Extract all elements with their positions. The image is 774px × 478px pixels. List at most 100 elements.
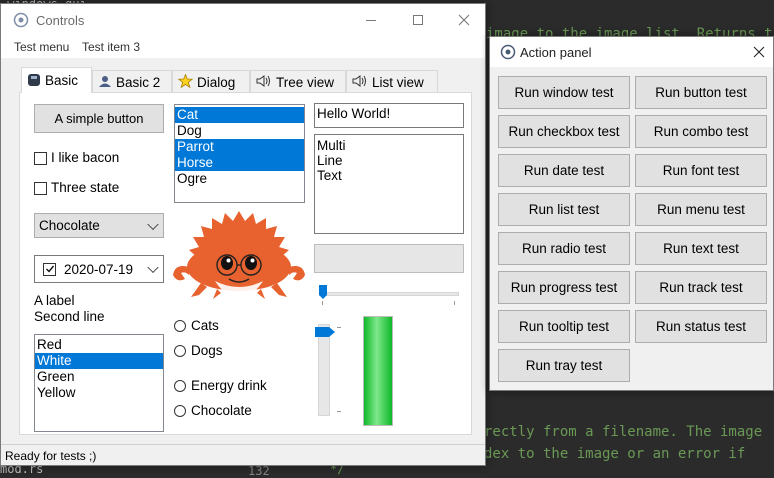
radio-energy-drink[interactable] bbox=[174, 380, 186, 392]
action-panel-window: Action panel Run window test Run button t… bbox=[489, 36, 774, 391]
maximize-icon[interactable] bbox=[403, 4, 433, 36]
minimize-icon[interactable] bbox=[356, 4, 386, 36]
multi-label-line1: A label bbox=[34, 293, 75, 308]
radio-chocolate[interactable] bbox=[174, 405, 186, 417]
simple-button[interactable]: A simple button bbox=[34, 104, 164, 133]
text-area-line: Multi bbox=[317, 138, 346, 153]
combo-value: Chocolate bbox=[39, 218, 100, 233]
text-area-line: Line bbox=[317, 153, 343, 168]
tick-mark bbox=[322, 301, 323, 305]
speaker-icon bbox=[256, 74, 272, 90]
status-bar: Ready for tests ;) bbox=[1, 444, 485, 465]
radio-label: Dogs bbox=[191, 343, 223, 358]
text-input[interactable]: Hello World! bbox=[314, 103, 464, 128]
vertical-progress-bar bbox=[363, 316, 393, 426]
radio-label: Cats bbox=[191, 318, 219, 333]
list-item[interactable]: Green bbox=[35, 369, 163, 385]
run-status-test-button[interactable]: Run status test bbox=[635, 310, 767, 343]
radio-label: Energy drink bbox=[191, 378, 267, 393]
chevron-down-icon bbox=[147, 218, 159, 230]
tab-basic[interactable]: Basic bbox=[21, 67, 92, 93]
close-icon[interactable] bbox=[747, 37, 771, 67]
three-state-checkbox[interactable] bbox=[34, 182, 47, 195]
tab-tree-view[interactable]: Tree view bbox=[250, 70, 346, 93]
run-tray-test-button[interactable]: Run tray test bbox=[498, 349, 630, 382]
ferris-crab-image bbox=[171, 209, 307, 301]
progress-fill bbox=[364, 317, 392, 425]
animal-listbox[interactable]: Cat Dog Parrot Horse Ogre bbox=[174, 104, 305, 203]
run-checkbox-test-button[interactable]: Run checkbox test bbox=[498, 115, 630, 148]
run-list-test-button[interactable]: Run list test bbox=[498, 193, 630, 226]
run-window-test-button[interactable]: Run window test bbox=[498, 76, 630, 109]
list-item[interactable]: Dog bbox=[175, 123, 304, 139]
run-radio-test-button[interactable]: Run radio test bbox=[498, 232, 630, 265]
radio-cats[interactable] bbox=[174, 320, 186, 332]
close-icon[interactable] bbox=[449, 4, 479, 36]
color-listbox[interactable]: Red White Green Yellow bbox=[34, 334, 164, 432]
star-icon bbox=[177, 73, 194, 90]
run-text-test-button[interactable]: Run text test bbox=[635, 232, 767, 265]
horizontal-progress-bar bbox=[314, 244, 464, 273]
tab-basic-2[interactable]: Basic 2 bbox=[92, 70, 172, 93]
vertical-slider-thumb[interactable] bbox=[315, 325, 335, 337]
user-icon bbox=[98, 74, 112, 90]
radio-label: Chocolate bbox=[191, 403, 252, 418]
list-item[interactable]: White bbox=[35, 353, 163, 369]
list-item[interactable]: Ogre bbox=[175, 171, 304, 187]
tick-mark bbox=[454, 301, 455, 305]
date-picker[interactable]: 2020-07-19 bbox=[34, 255, 164, 283]
date-enable-checkbox[interactable] bbox=[43, 262, 56, 276]
horizontal-slider-thumb[interactable] bbox=[319, 285, 327, 299]
run-progress-test-button[interactable]: Run progress test bbox=[498, 271, 630, 304]
title-bar[interactable]: Action panel bbox=[490, 37, 773, 67]
tab-list-view[interactable]: List view bbox=[346, 70, 438, 93]
run-date-test-button[interactable]: Run date test bbox=[498, 154, 630, 187]
bacon-checkbox[interactable] bbox=[34, 152, 47, 165]
gear-icon bbox=[500, 44, 516, 60]
menu-bar: Test menu Test item 3 bbox=[1, 36, 485, 58]
tab-label: Tree view bbox=[276, 74, 335, 90]
vertical-track bbox=[318, 324, 330, 416]
horizontal-track bbox=[319, 292, 459, 296]
run-tooltip-test-button[interactable]: Run tooltip test bbox=[498, 310, 630, 343]
tick-mark bbox=[337, 411, 341, 412]
text-area[interactable]: Multi Line Text bbox=[314, 134, 464, 234]
list-item[interactable]: Horse bbox=[175, 155, 304, 171]
tab-dialog[interactable]: Dialog bbox=[172, 70, 250, 93]
chevron-down-icon bbox=[147, 261, 159, 274]
run-track-test-button[interactable]: Run track test bbox=[635, 271, 767, 304]
tab-label: Dialog bbox=[197, 74, 236, 90]
list-item[interactable]: Yellow bbox=[35, 385, 163, 401]
tab-label: Basic 2 bbox=[116, 74, 161, 90]
multi-label-line2: Second line bbox=[34, 309, 105, 324]
title-bar[interactable]: Controls bbox=[1, 4, 485, 36]
run-menu-test-button[interactable]: Run menu test bbox=[635, 193, 767, 226]
list-item[interactable]: Parrot bbox=[175, 139, 304, 155]
disk-icon bbox=[27, 73, 41, 89]
three-state-label: Three state bbox=[51, 180, 120, 195]
tab-label: Basic bbox=[45, 73, 79, 88]
controls-window: Controls Test menu Test item 3 Basic Bas… bbox=[0, 3, 486, 466]
line-number: 132 bbox=[248, 464, 270, 478]
list-item[interactable]: Red bbox=[35, 337, 163, 353]
tick-mark bbox=[337, 327, 341, 328]
bacon-label: I like bacon bbox=[51, 150, 120, 165]
window-title: Controls bbox=[36, 13, 85, 28]
app-icon bbox=[13, 12, 29, 28]
radio-dogs[interactable] bbox=[174, 345, 186, 357]
speaker-icon bbox=[352, 74, 368, 90]
code-line: dex to the image or an error if bbox=[484, 446, 746, 462]
code-line: rectly from a filename. The image bbox=[484, 424, 763, 440]
flavor-combobox[interactable]: Chocolate bbox=[34, 213, 164, 238]
menu-item[interactable]: Test item 3 bbox=[82, 40, 140, 54]
list-item[interactable]: Cat bbox=[175, 107, 304, 123]
status-text: Ready for tests ;) bbox=[5, 449, 97, 463]
tab-label: List view bbox=[372, 74, 424, 90]
date-value: 2020-07-19 bbox=[64, 261, 134, 277]
menu-item[interactable]: Test menu bbox=[14, 40, 69, 54]
text-area-line: Text bbox=[317, 168, 342, 183]
window-title: Action panel bbox=[520, 45, 592, 60]
run-font-test-button[interactable]: Run font test bbox=[635, 154, 767, 187]
run-combo-test-button[interactable]: Run combo test bbox=[635, 115, 767, 148]
run-button-test-button[interactable]: Run button test bbox=[635, 76, 767, 109]
